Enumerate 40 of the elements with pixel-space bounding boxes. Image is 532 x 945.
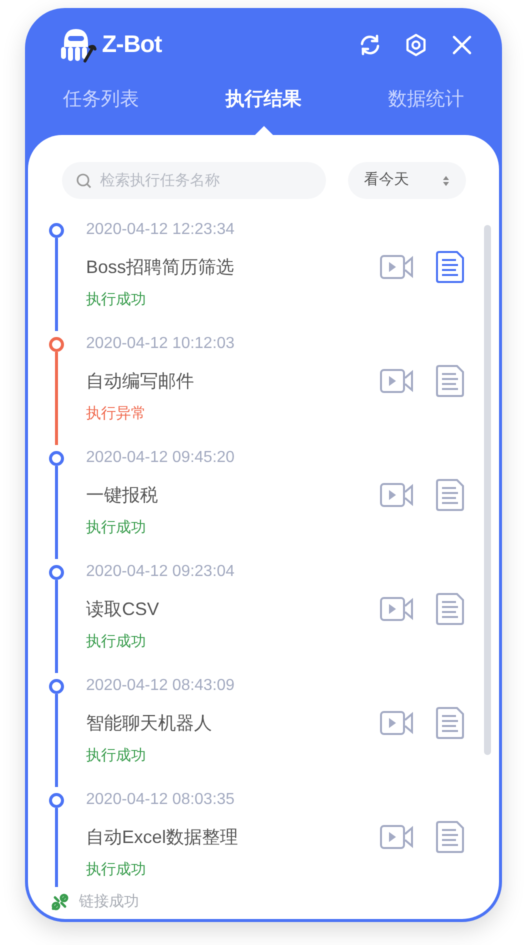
run-status: 执行成功	[86, 518, 147, 538]
run-status: 执行成功	[86, 290, 147, 310]
log-document-icon[interactable]	[436, 479, 464, 511]
task-name: 自动编写邮件	[86, 370, 195, 392]
tab[interactable]: 执行结果	[220, 86, 306, 114]
run-status: 执行成功	[86, 746, 147, 766]
run-time: 2020-04-12 08:43:09	[86, 676, 236, 696]
video-icon[interactable]	[380, 596, 414, 622]
log-document-icon[interactable]	[436, 365, 464, 397]
app-title: Z-Bot	[102, 30, 162, 60]
video-icon[interactable]	[380, 482, 414, 508]
task-name: Boss招聘简历筛选	[86, 256, 236, 278]
run-status: 执行成功	[86, 860, 147, 880]
run-status: 执行异常	[86, 404, 147, 424]
run-time: 2020-04-12 09:23:04	[86, 562, 236, 582]
search-field[interactable]: 检索执行任务名称	[62, 162, 326, 199]
run-status: 执行成功	[86, 632, 147, 652]
log-document-icon[interactable]	[436, 251, 464, 283]
date-filter-dropdown[interactable]: 看今天	[348, 162, 466, 199]
tab[interactable]: 数据统计	[383, 86, 469, 114]
search-icon	[76, 173, 92, 189]
run-time: 2020-04-12 10:12:03	[86, 334, 236, 354]
log-document-icon[interactable]	[436, 707, 464, 739]
run-time: 2020-04-12 08:03:35	[86, 790, 236, 810]
task-name: 自动Excel数据整理	[86, 826, 240, 848]
run-time: 2020-04-12 12:23:34	[86, 220, 236, 240]
sort-caret-icon	[442, 174, 450, 186]
task-name: 一键报税	[86, 484, 159, 506]
tab[interactable]: 任务列表	[58, 86, 144, 114]
task-name: 读取CSV	[86, 598, 160, 620]
video-icon[interactable]	[380, 254, 414, 280]
task-name: 智能聊天机器人	[86, 712, 213, 734]
link-icon	[51, 893, 69, 911]
connection-status: 链接成功	[79, 892, 139, 912]
video-icon[interactable]	[380, 824, 414, 850]
run-time: 2020-04-12 09:45:20	[86, 448, 236, 468]
log-document-icon[interactable]	[436, 821, 464, 853]
video-icon[interactable]	[380, 368, 414, 394]
log-document-icon[interactable]	[436, 593, 464, 625]
video-icon[interactable]	[380, 710, 414, 736]
